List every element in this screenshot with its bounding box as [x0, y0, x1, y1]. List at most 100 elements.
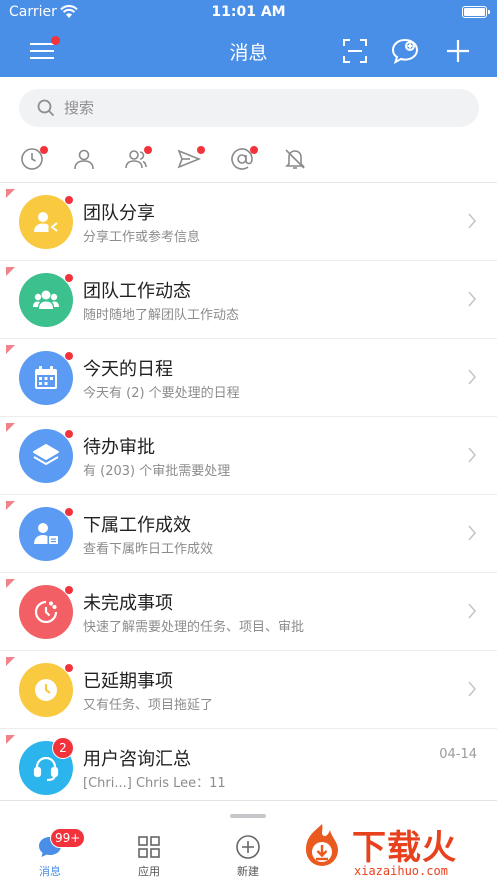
item-title: 团队工作动态: [83, 281, 191, 302]
pin-corner-mark: [6, 657, 15, 666]
item-subtitle: 分享工作或参考信息: [83, 230, 201, 245]
filter-red-dot: [250, 146, 258, 154]
item-title: 今天的日程: [83, 359, 173, 380]
scan-button[interactable]: [340, 36, 370, 66]
item-title: 下属工作成效: [83, 515, 191, 536]
item-subtitle: 随时随地了解团队工作动态: [83, 308, 240, 323]
person-icon: [74, 149, 94, 170]
team-icon: [33, 290, 59, 309]
status-bar: Carrier 11:01 AM: [0, 0, 497, 26]
watermark-text: 下载火: [352, 828, 457, 868]
pin-corner-mark: [6, 423, 15, 432]
pin-corner-mark: [6, 345, 15, 354]
filter-tab-sent[interactable]: [177, 146, 205, 173]
chevron-right-icon: [468, 525, 476, 541]
list-item[interactable]: 今天的日程 今天有 (2) 个要处理的日程: [0, 339, 497, 417]
filter-red-dot: [197, 146, 205, 154]
filter-tab-recent[interactable]: [20, 146, 48, 173]
watermark: 下载火 xiazaihuo.com: [290, 818, 497, 883]
avatar: [19, 585, 74, 639]
item-title: 已延期事项: [83, 671, 173, 692]
filter-tabs: [0, 137, 497, 183]
pin-corner-mark: [6, 579, 15, 588]
battery-icon: [462, 6, 490, 18]
drag-handle: [230, 814, 266, 818]
tab-messages[interactable]: 消息 99+: [20, 828, 86, 882]
item-title: 未完成事项: [83, 593, 173, 614]
item-title: 团队分享: [83, 203, 155, 224]
tab-label: 应用: [138, 865, 160, 878]
plus-icon: [447, 40, 469, 62]
watermark-subtext: xiazaihuo.com: [354, 864, 448, 878]
tab-label: 新建: [237, 865, 259, 878]
pin-corner-mark: [6, 267, 15, 276]
chevron-right-icon: [468, 213, 476, 229]
clock-time: 11:01 AM: [211, 4, 286, 20]
list-item[interactable]: 下属工作成效 查看下属昨日工作成效: [0, 495, 497, 573]
clock-icon: [35, 679, 57, 701]
unread-dot: [64, 195, 74, 205]
list-item[interactable]: 团队工作动态 随时随地了解团队工作动态: [0, 261, 497, 339]
user-report-icon: [34, 523, 58, 544]
filter-tab-muted[interactable]: [283, 147, 309, 173]
list-item[interactable]: 2 用户咨询汇总 [Chri...] Chris Lee：11 04-14: [0, 729, 497, 807]
avatar: [19, 351, 74, 405]
list-item[interactable]: 未完成事项 快速了解需要处理的任务、项目、审批: [0, 573, 497, 651]
chat-plus-icon: [391, 38, 419, 65]
search-icon: [37, 99, 55, 117]
list-item[interactable]: 待办审批 有 (203) 个审批需要处理: [0, 417, 497, 495]
filter-tab-group[interactable]: [124, 146, 152, 173]
avatar: [19, 507, 74, 561]
scan-icon: [343, 39, 367, 63]
unread-dot: [64, 351, 74, 361]
list-item[interactable]: 团队分享 分享工作或参考信息: [0, 183, 497, 261]
unread-count-badge: 2: [52, 737, 74, 759]
avatar: [19, 663, 74, 717]
list-item[interactable]: 已延期事项 又有任务、项目拖延了: [0, 651, 497, 729]
chevron-right-icon: [468, 291, 476, 307]
search-input[interactable]: [64, 97, 444, 119]
add-button[interactable]: [443, 36, 473, 66]
tab-label: 消息: [39, 865, 61, 878]
item-title: 待办审批: [83, 437, 155, 458]
tab-apps[interactable]: 应用: [119, 834, 179, 882]
unread-dot: [64, 273, 74, 283]
chevron-right-icon: [468, 603, 476, 619]
search-bar[interactable]: [19, 89, 479, 127]
search-area: [0, 77, 497, 137]
pin-corner-mark: [6, 189, 15, 198]
unread-dot: [64, 585, 74, 595]
item-subtitle: 有 (203) 个审批需要处理: [83, 464, 231, 479]
item-title: 用户咨询汇总: [83, 749, 191, 770]
tab-badge: 99+: [50, 828, 86, 848]
unread-dot: [64, 663, 74, 673]
unread-dot: [64, 507, 74, 517]
item-subtitle: 今天有 (2) 个要处理的日程: [83, 386, 240, 401]
filter-red-dot: [144, 146, 152, 154]
pin-corner-mark: [6, 501, 15, 510]
new-chat-button[interactable]: [390, 36, 420, 66]
tab-new[interactable]: 新建: [218, 834, 278, 882]
clock-icon: [34, 600, 58, 624]
layers-icon: [33, 444, 59, 465]
avatar: [19, 273, 74, 327]
unread-dot: [64, 429, 74, 439]
page-title: 消息: [229, 42, 268, 64]
calendar-icon: [35, 366, 57, 389]
item-date: 04-14: [439, 747, 477, 762]
filter-tab-person[interactable]: [72, 147, 98, 173]
flame-logo-icon: [306, 824, 338, 866]
share-user-icon: [34, 212, 58, 232]
chevron-right-icon: [468, 681, 476, 697]
headset-icon: [33, 756, 59, 782]
item-subtitle: 查看下属昨日工作成效: [83, 542, 214, 557]
grid-icon: [138, 836, 160, 858]
avatar: [19, 195, 74, 249]
avatar: [19, 429, 74, 483]
item-subtitle: 快速了解需要处理的任务、项目、审批: [83, 620, 305, 635]
filter-tab-mention[interactable]: [230, 146, 258, 173]
item-subtitle: 又有任务、项目拖延了: [83, 698, 214, 713]
message-list: 团队分享 分享工作或参考信息 团队工作动态 随时随地了解团队工作动态 今天的日程…: [0, 183, 497, 807]
nav-bar: 消息: [0, 26, 497, 77]
chevron-right-icon: [468, 447, 476, 463]
